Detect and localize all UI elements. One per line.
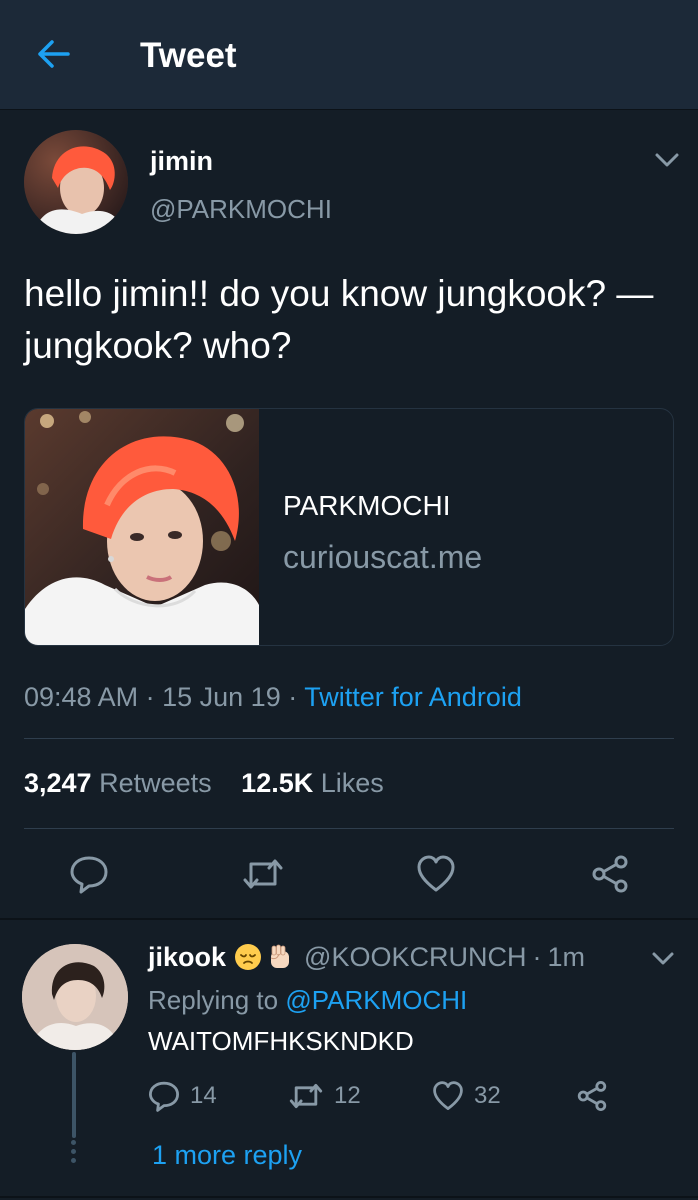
arrow-left-icon bbox=[38, 40, 70, 68]
link-card[interactable]: PARKMOCHI curiouscat.me bbox=[24, 408, 674, 646]
divider bbox=[24, 828, 674, 829]
heart-icon bbox=[417, 855, 455, 892]
tweet-time: 09:48 AM bbox=[24, 682, 139, 712]
thread-line bbox=[72, 1052, 76, 1138]
reply-author-avatar[interactable] bbox=[22, 944, 128, 1050]
author-avatar[interactable] bbox=[24, 130, 128, 234]
reply-menu-button[interactable] bbox=[650, 950, 676, 968]
tweet-date: 15 Jun 19 bbox=[162, 682, 281, 712]
share-icon bbox=[577, 1081, 607, 1111]
replying-to-mention[interactable]: @PARKMOCHI bbox=[285, 985, 467, 1015]
raised-fist-icon bbox=[270, 944, 290, 968]
back-button[interactable] bbox=[34, 36, 74, 72]
share-button[interactable] bbox=[588, 852, 632, 896]
reply-author-handle[interactable]: @KOOKCRUNCH bbox=[304, 940, 526, 974]
section-divider bbox=[0, 1196, 698, 1198]
reply-time: 1m bbox=[547, 942, 585, 972]
reply-share-button[interactable] bbox=[576, 1076, 618, 1116]
chevron-down-icon bbox=[652, 952, 674, 965]
tweet-meta: 09:48 AM · 15 Jun 19 · Twitter for Andro… bbox=[24, 680, 522, 714]
pensive-face-icon bbox=[235, 944, 262, 970]
heart-icon bbox=[433, 1081, 463, 1111]
meta-separator: · bbox=[288, 682, 298, 712]
like-button[interactable] bbox=[414, 852, 458, 896]
reply-reply-button[interactable]: 14 bbox=[148, 1076, 217, 1116]
divider bbox=[24, 738, 674, 739]
replying-prefix: Replying to bbox=[148, 985, 279, 1015]
retweet-icon bbox=[289, 1083, 323, 1109]
reply-header: jikook @KOOKCRUNCH · 1m bbox=[148, 940, 585, 974]
page-title: Tweet bbox=[140, 36, 237, 75]
card-thumbnail bbox=[25, 409, 259, 645]
retweet-count: 12 bbox=[334, 1082, 361, 1109]
thread-dots bbox=[71, 1140, 77, 1166]
meta-separator: · bbox=[532, 942, 542, 972]
meta-separator: · bbox=[145, 682, 155, 712]
reply-retweet-button[interactable]: 12 bbox=[288, 1076, 361, 1116]
reply-icon bbox=[70, 856, 108, 894]
retweet-button[interactable] bbox=[241, 852, 285, 896]
more-replies-link[interactable]: 1 more reply bbox=[152, 1138, 302, 1172]
retweet-icon bbox=[243, 859, 283, 889]
tweet-stats: 3,247 Retweets 12.5K Likes bbox=[24, 766, 406, 800]
reply-icon bbox=[149, 1081, 179, 1112]
share-icon bbox=[592, 855, 628, 893]
reply-button[interactable] bbox=[67, 852, 111, 896]
card-title: PARKMOCHI bbox=[283, 490, 451, 521]
tweet-source-link[interactable]: Twitter for Android bbox=[304, 682, 522, 712]
likes-count[interactable]: 12.5K bbox=[241, 768, 313, 798]
like-count: 32 bbox=[474, 1082, 501, 1109]
retweets-count[interactable]: 3,247 bbox=[24, 768, 92, 798]
reply-text: WAITOMFHKSKNDKD bbox=[148, 1026, 414, 1056]
author-name[interactable]: jimin bbox=[150, 145, 213, 177]
card-domain: curiouscat.me bbox=[283, 539, 483, 575]
reply-count: 14 bbox=[190, 1082, 217, 1109]
reply-like-button[interactable]: 32 bbox=[432, 1076, 501, 1116]
top-app-bar: Tweet bbox=[0, 0, 698, 110]
retweets-label[interactable]: Retweets bbox=[99, 768, 212, 798]
reply-author-name[interactable]: jikook bbox=[148, 940, 226, 974]
replying-to: Replying to @PARKMOCHI bbox=[148, 983, 467, 1017]
author-handle[interactable]: @PARKMOCHI bbox=[150, 193, 332, 225]
section-divider bbox=[0, 918, 698, 920]
chevron-down-icon bbox=[655, 153, 679, 167]
tweet-text: hello jimin!! do you know jungkook? — ju… bbox=[24, 273, 654, 366]
tweet-menu-button[interactable] bbox=[652, 150, 682, 170]
likes-label[interactable]: Likes bbox=[321, 768, 384, 798]
